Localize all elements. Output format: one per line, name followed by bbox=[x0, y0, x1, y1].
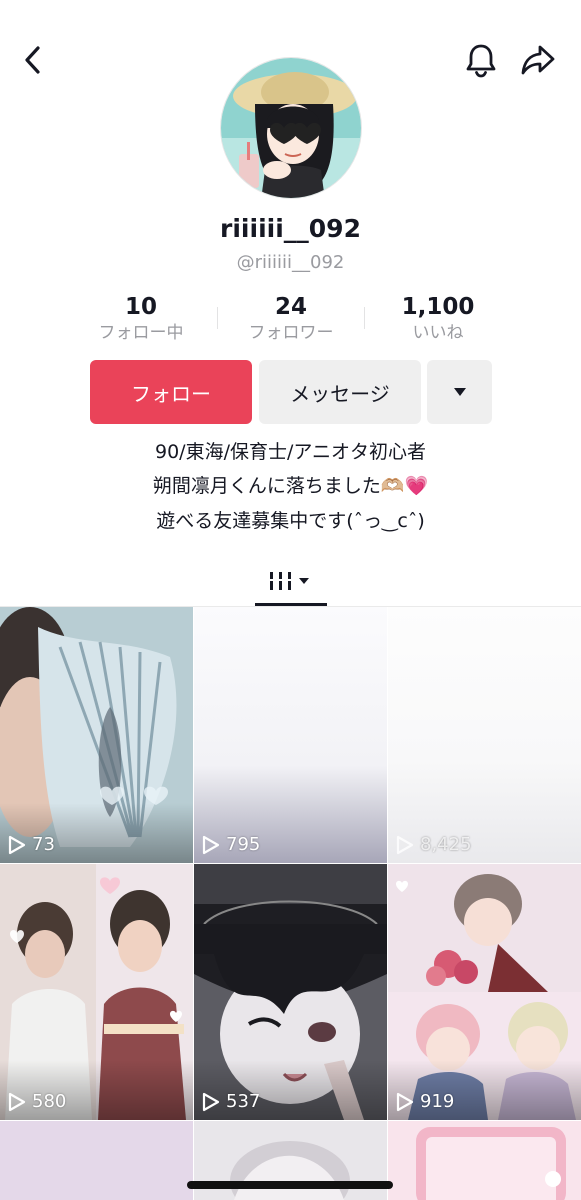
play-count: 795 bbox=[202, 834, 260, 855]
videos-grid-icon bbox=[268, 572, 309, 590]
bio-line-1: 90/東海/保育士/アニオタ初心者 bbox=[154, 441, 426, 463]
avatar[interactable] bbox=[220, 57, 362, 199]
play-icon bbox=[396, 1092, 414, 1111]
play-count-value: 919 bbox=[420, 1091, 455, 1112]
play-count-value: 537 bbox=[226, 1091, 261, 1112]
play-icon bbox=[8, 1092, 26, 1111]
video-tile[interactable]: 795 bbox=[194, 607, 387, 863]
stat-following-count: 10 bbox=[124, 294, 157, 320]
video-thumbnail bbox=[0, 1121, 193, 1200]
back-button[interactable] bbox=[13, 40, 53, 80]
stat-likes[interactable]: 1,100 いいね bbox=[363, 292, 513, 344]
bio-line-2: 朔間凛月くんに落ちました🫶🏼💗 bbox=[152, 475, 429, 497]
notification-bell-button[interactable] bbox=[461, 40, 501, 80]
home-indicator bbox=[187, 1181, 393, 1189]
stat-following[interactable]: 10 フォロー中 bbox=[66, 292, 216, 344]
stat-following-label: フォロー中 bbox=[98, 323, 184, 343]
follow-button[interactable]: フォロー bbox=[90, 360, 252, 424]
video-tile[interactable]: 919 bbox=[388, 864, 581, 1120]
play-icon bbox=[202, 1092, 220, 1111]
share-button[interactable] bbox=[518, 40, 558, 80]
bio-line-3: 遊べる友達募集中です(ˆ⁠っ⁠‿⁠c⁠ˆ) bbox=[156, 510, 425, 532]
stat-followers[interactable]: 24 フォロワー bbox=[216, 292, 366, 344]
play-count: 8,425 bbox=[396, 834, 472, 855]
play-icon bbox=[202, 835, 220, 854]
video-thumbnail bbox=[388, 1121, 581, 1200]
video-tile[interactable] bbox=[0, 1121, 193, 1200]
play-count-value: 8,425 bbox=[420, 834, 472, 855]
video-thumbnail bbox=[388, 607, 581, 863]
play-count-value: 795 bbox=[226, 834, 261, 855]
play-count: 73 bbox=[8, 834, 55, 855]
play-icon bbox=[396, 835, 414, 854]
stat-likes-label: いいね bbox=[412, 323, 464, 343]
play-count: 919 bbox=[396, 1091, 454, 1112]
play-count: 537 bbox=[202, 1091, 260, 1112]
suggested-accounts-button[interactable] bbox=[427, 360, 492, 424]
profile-nickname: riiiiii__092 bbox=[220, 214, 361, 243]
bell-icon bbox=[466, 44, 496, 78]
video-tile[interactable]: 8,425 bbox=[388, 607, 581, 863]
share-arrow-icon bbox=[521, 45, 555, 75]
video-tile[interactable]: 73 bbox=[0, 607, 193, 863]
stat-followers-count: 24 bbox=[274, 294, 307, 320]
video-thumbnail bbox=[194, 607, 387, 863]
stat-likes-count: 1,100 bbox=[401, 294, 475, 320]
tab-videos[interactable] bbox=[255, 558, 327, 604]
play-count: 580 bbox=[8, 1091, 66, 1112]
play-count-value: 580 bbox=[32, 1091, 67, 1112]
video-tile[interactable]: 537 bbox=[194, 864, 387, 1120]
stat-followers-label: フォロワー bbox=[248, 323, 334, 343]
video-tile[interactable]: 580 bbox=[0, 864, 193, 1120]
anime-girl-avatar bbox=[221, 58, 361, 198]
message-button[interactable]: メッセージ bbox=[259, 360, 421, 424]
play-count-value: 73 bbox=[32, 834, 55, 855]
play-icon bbox=[8, 835, 26, 854]
video-tile[interactable] bbox=[388, 1121, 581, 1200]
caret-down-icon bbox=[453, 388, 466, 396]
chevron-left-icon bbox=[25, 46, 40, 74]
profile-handle: @riiiiii__092 bbox=[236, 252, 345, 273]
